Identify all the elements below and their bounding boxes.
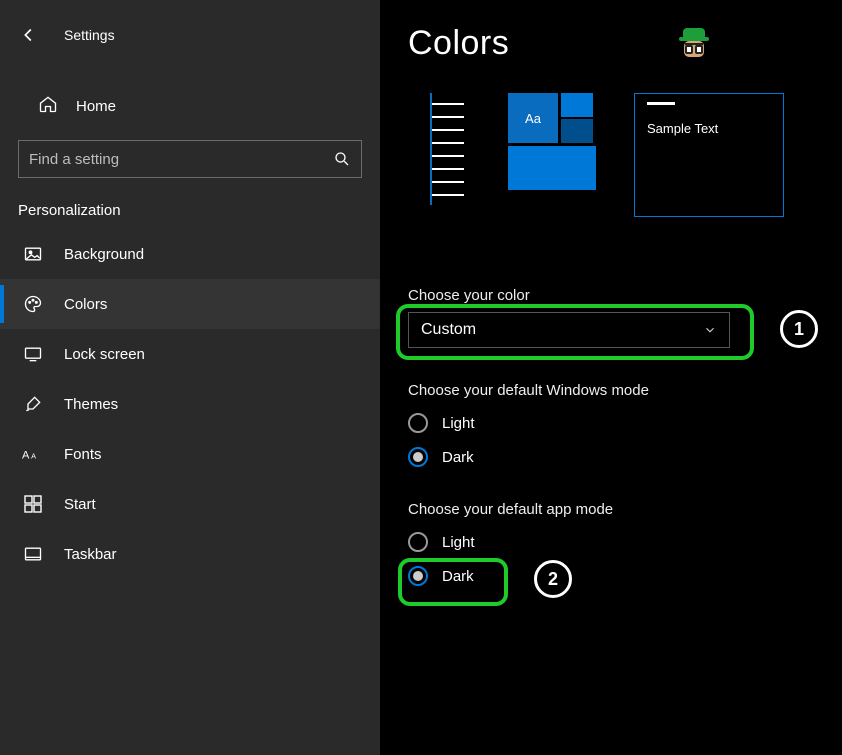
- radio-label: Dark: [442, 449, 474, 466]
- preview-tiles: Aa: [508, 93, 606, 193]
- nav-item-background[interactable]: Background: [0, 229, 380, 279]
- annotation-badge-2: 2: [534, 560, 572, 598]
- palette-icon: [20, 294, 46, 314]
- nav-label: Taskbar: [64, 546, 117, 563]
- settings-sidebar: Settings Home Find a setting Personaliza…: [0, 0, 380, 755]
- image-icon: [20, 244, 46, 264]
- nav-label: Themes: [64, 396, 118, 413]
- color-preview-row: Aa Sample Text: [408, 93, 832, 217]
- preview-sample-window: Sample Text: [634, 93, 784, 217]
- home-icon: [38, 94, 58, 118]
- svg-text:A: A: [31, 452, 36, 461]
- nav-item-colors[interactable]: Colors: [0, 279, 380, 329]
- windows-mode-option-dark[interactable]: Dark: [408, 447, 832, 467]
- annotation-badge-1: 1: [780, 310, 818, 348]
- preview-sample-text: Sample Text: [647, 121, 771, 136]
- annotation-highlight-2: [398, 558, 508, 606]
- nav-label: Lock screen: [64, 346, 145, 363]
- preview-start: [408, 93, 480, 205]
- radio-label: Light: [442, 534, 475, 551]
- nav-item-start[interactable]: Start: [0, 479, 380, 529]
- brush-icon: [20, 394, 46, 414]
- section-title: Personalization: [18, 202, 362, 219]
- lockscreen-icon: [20, 344, 46, 364]
- radio-label: Light: [442, 415, 475, 432]
- nav-item-lockscreen[interactable]: Lock screen: [0, 329, 380, 379]
- nav-label: Colors: [64, 296, 107, 313]
- search-input[interactable]: Find a setting: [18, 140, 362, 178]
- nav-list: Background Colors Lock screen Themes: [0, 229, 380, 579]
- page-title: Colors: [408, 24, 509, 63]
- search-icon: [333, 150, 351, 168]
- windows-mode-option-light[interactable]: Light: [408, 413, 832, 433]
- nav-item-themes[interactable]: Themes: [0, 379, 380, 429]
- nav-home[interactable]: Home: [0, 84, 380, 128]
- annotation-highlight-1: [396, 304, 754, 360]
- windows-mode-label: Choose your default Windows mode: [408, 382, 832, 399]
- nav-label: Start: [64, 496, 96, 513]
- nav-home-label: Home: [76, 98, 116, 115]
- search-placeholder: Find a setting: [29, 151, 119, 168]
- back-button[interactable]: [12, 18, 46, 52]
- nav-label: Background: [64, 246, 144, 263]
- preview-tile-aa: Aa: [508, 93, 558, 143]
- nav-item-taskbar[interactable]: Taskbar: [0, 529, 380, 579]
- font-icon: AA: [20, 444, 46, 464]
- main-panel: Colors Aa Sample Text Choose your color: [380, 0, 842, 755]
- choose-color-label: Choose your color: [408, 287, 832, 304]
- svg-text:A: A: [22, 450, 30, 462]
- app-title: Settings: [64, 27, 115, 43]
- mascot-icon: [679, 28, 709, 60]
- start-icon: [20, 494, 46, 514]
- taskbar-icon: [20, 544, 46, 564]
- nav-item-fonts[interactable]: AA Fonts: [0, 429, 380, 479]
- arrow-left-icon: [18, 24, 40, 46]
- app-mode-label: Choose your default app mode: [408, 501, 832, 518]
- app-mode-option-light[interactable]: Light: [408, 532, 832, 552]
- nav-label: Fonts: [64, 446, 102, 463]
